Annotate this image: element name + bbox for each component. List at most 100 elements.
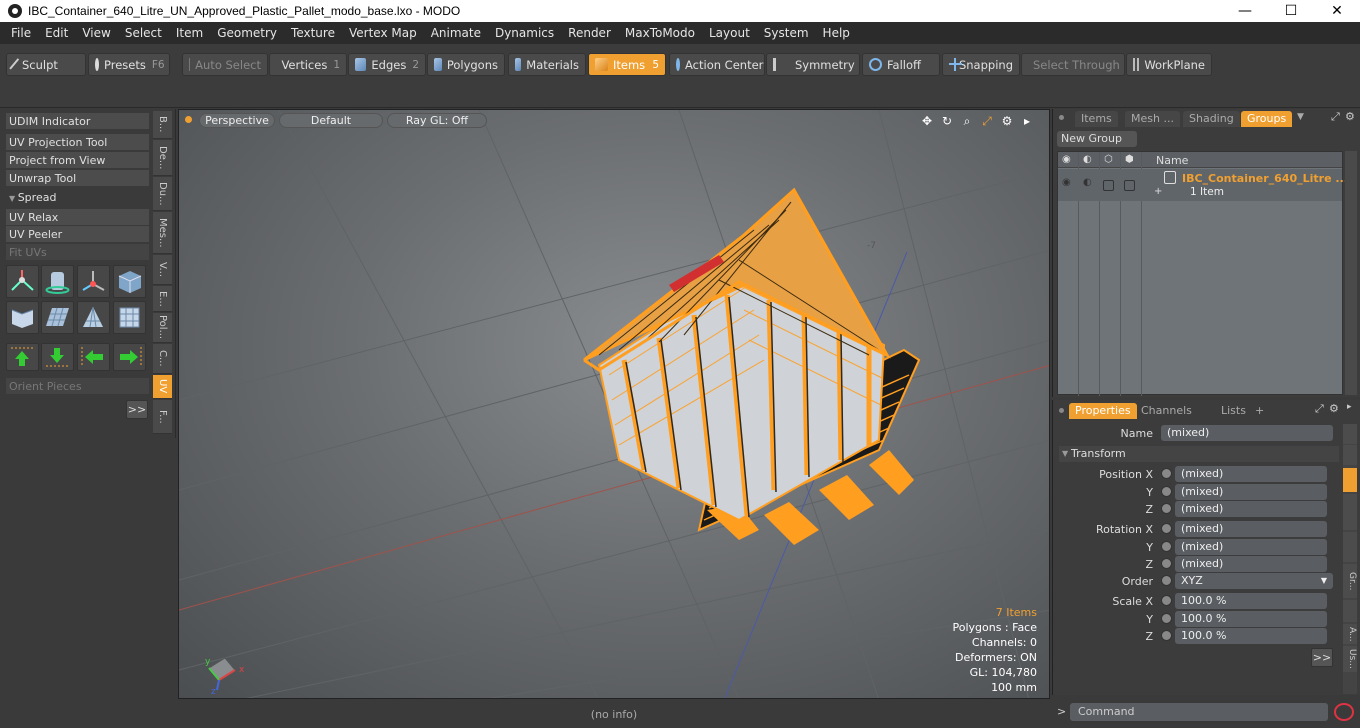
scale-z-field[interactable]: 100.0 % (1175, 628, 1327, 644)
align-down-icon[interactable] (41, 343, 74, 371)
uv-pyramid-icon[interactable] (77, 301, 110, 334)
side-tab-active[interactable] (1343, 468, 1357, 492)
scale-y-radio[interactable] (1161, 613, 1172, 624)
side-tab-blank[interactable] (1343, 424, 1357, 444)
maximize-button[interactable]: ☐ (1268, 0, 1314, 22)
menu-item[interactable]: Item (169, 26, 210, 40)
render-icon[interactable]: ◐ (1083, 154, 1092, 165)
name-column-header[interactable]: Name (1156, 154, 1188, 167)
view-type-dropdown[interactable]: Perspective (199, 113, 275, 128)
select-cube-icon[interactable]: ⬢ (1125, 154, 1134, 165)
uv-frame-icon[interactable] (113, 301, 146, 334)
tab-uv[interactable]: UV (153, 375, 172, 399)
tab-lists[interactable]: Lists (1215, 403, 1252, 419)
shading-style-dropdown[interactable]: Default (279, 113, 383, 128)
fit-uvs-button[interactable]: Fit UVs (6, 244, 149, 261)
panel-expand-icon[interactable]: ⤢ (1331, 110, 1340, 124)
visibility-eye-icon[interactable]: ◉ (1062, 154, 1071, 165)
close-button[interactable]: ✕ (1314, 0, 1360, 22)
workplane-button[interactable]: WorkPlane (1126, 53, 1212, 76)
panel-expand-icon[interactable]: ⤢ (1315, 402, 1324, 416)
align-up-icon[interactable] (6, 343, 39, 371)
minimize-button[interactable]: — (1222, 0, 1268, 22)
tab-deform[interactable]: De... (153, 140, 172, 176)
side-tab-a[interactable]: A... (1343, 624, 1357, 644)
scale-x-radio[interactable] (1161, 595, 1172, 606)
menu-maxtomodo[interactable]: MaxToModo (618, 26, 702, 40)
command-input[interactable]: Command (1070, 703, 1328, 721)
tab-fusion[interactable]: F... (153, 400, 172, 434)
tab-vertex[interactable]: V... (153, 255, 172, 285)
tab-channels[interactable]: Channels (1135, 403, 1198, 419)
position-y-radio[interactable] (1161, 486, 1172, 497)
rotation-z-radio[interactable] (1161, 558, 1172, 569)
menu-help[interactable]: Help (816, 26, 857, 40)
viewport-settings-icon[interactable]: ⚙ (999, 113, 1015, 129)
position-z-field[interactable]: (mixed) (1175, 501, 1327, 517)
position-x-radio[interactable] (1161, 468, 1172, 479)
tab-mesh[interactable]: Mesh ... (1125, 111, 1180, 127)
scale-x-field[interactable]: 100.0 % (1175, 593, 1327, 609)
uv-shell-icon[interactable] (6, 301, 39, 334)
materials-button[interactable]: Materials (508, 53, 586, 76)
menu-animate[interactable]: Animate (424, 26, 488, 40)
scale-z-radio[interactable] (1161, 630, 1172, 641)
menu-file[interactable]: File (4, 26, 38, 40)
falloff-button[interactable]: Falloff (862, 53, 940, 76)
polygons-button[interactable]: Polygons (427, 53, 505, 76)
uv-cylinder-icon[interactable] (41, 265, 74, 298)
command-history-icon[interactable] (1334, 703, 1354, 721)
align-right-icon[interactable] (113, 343, 146, 371)
uv-relax-button[interactable]: UV Relax (6, 209, 149, 226)
side-tab-blank[interactable] (1343, 445, 1357, 465)
items-button[interactable]: Items 5 (588, 53, 666, 76)
ray-gl-toggle[interactable]: Ray GL: Off (387, 113, 487, 128)
uv-grid-icon[interactable] (41, 301, 74, 334)
row-render-icon[interactable]: ◐ (1083, 177, 1092, 188)
lock-cube-icon[interactable]: ⬡ (1104, 154, 1113, 165)
udim-indicator-button[interactable]: UDIM Indicator (6, 113, 149, 130)
tab-mesh-edit[interactable]: Mes... (153, 212, 172, 254)
name-field[interactable]: (mixed) (1161, 425, 1333, 441)
uv-move-icon[interactable] (77, 265, 110, 298)
menu-render[interactable]: Render (561, 26, 618, 40)
position-y-field[interactable]: (mixed) (1175, 484, 1327, 500)
tab-duplicate[interactable]: Du... (153, 177, 172, 211)
rotation-x-field[interactable]: (mixed) (1175, 521, 1327, 537)
fit-icon[interactable]: ⤢ (979, 113, 995, 129)
table-row[interactable]: ◉ ◐ + IBC_Container_640_Litre ... 1 Item (1058, 169, 1348, 201)
side-tab-blank[interactable] (1343, 494, 1357, 530)
transform-section[interactable]: ▼ Transform (1059, 446, 1339, 462)
tab-shading[interactable]: Shading (1183, 111, 1240, 127)
position-z-radio[interactable] (1161, 503, 1172, 514)
uv-transform-icon[interactable] (6, 265, 39, 298)
uv-peeler-button[interactable]: UV Peeler (6, 226, 149, 243)
panel-settings-icon[interactable]: ⚙ (1329, 402, 1339, 415)
panel-menu-arrow-icon[interactable]: ▸ (1347, 402, 1352, 412)
row-select-checkbox[interactable] (1124, 180, 1135, 191)
order-radio[interactable] (1161, 575, 1172, 586)
menu-select[interactable]: Select (118, 26, 169, 40)
group-name[interactable]: IBC_Container_640_Litre ... (1182, 172, 1348, 185)
side-tab-blank[interactable] (1343, 600, 1357, 622)
symmetry-button[interactable]: Symmetry (766, 53, 860, 76)
add-tab-button[interactable]: + (1249, 403, 1270, 419)
orient-pieces-button[interactable]: Orient Pieces (6, 378, 149, 395)
sculpt-button[interactable]: Sculpt (6, 53, 86, 76)
menu-texture[interactable]: Texture (284, 26, 342, 40)
tab-menu-chevron-icon[interactable]: ▼ (1297, 112, 1304, 122)
uv-box-icon[interactable] (113, 265, 146, 298)
side-tab-us[interactable]: Us... (1343, 646, 1357, 672)
rotation-z-field[interactable]: (mixed) (1175, 556, 1327, 572)
select-through-button[interactable]: Select Through (1021, 53, 1125, 76)
uv-projection-tool-button[interactable]: UV Projection Tool (6, 134, 149, 151)
side-tab-groups[interactable]: Gr... (1343, 564, 1357, 598)
menu-vertex-map[interactable]: Vertex Map (342, 26, 424, 40)
viewport-menu-arrow-icon[interactable]: ▸ (1019, 113, 1035, 129)
order-dropdown[interactable]: XYZ ▼ (1175, 573, 1333, 589)
menu-system[interactable]: System (757, 26, 816, 40)
tab-polygon[interactable]: Pol... (153, 313, 172, 343)
properties-more-button[interactable]: >> (1311, 648, 1333, 667)
side-tab-blank[interactable] (1343, 532, 1357, 562)
menu-dynamics[interactable]: Dynamics (488, 26, 561, 40)
